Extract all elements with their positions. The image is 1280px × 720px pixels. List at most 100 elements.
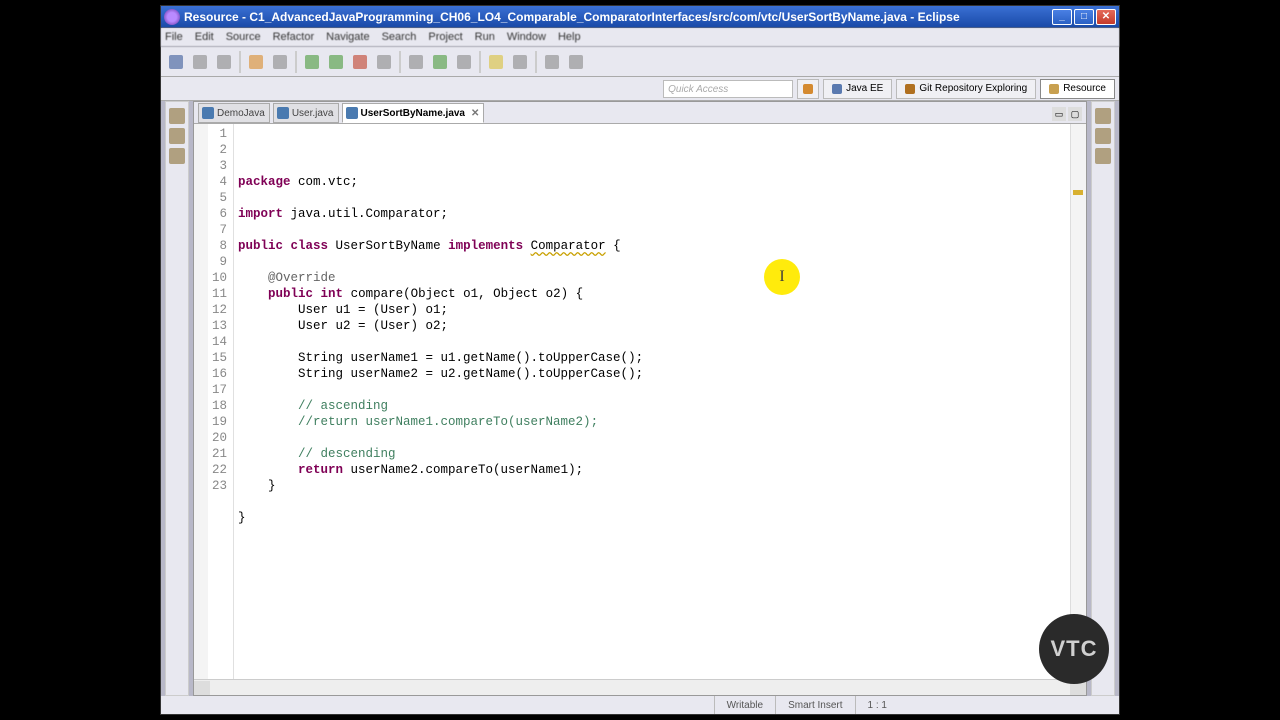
status-writable: Writable <box>714 696 776 714</box>
editor-minimize-button[interactable]: ▭ <box>1052 107 1066 121</box>
menu-edit[interactable]: Edit <box>195 31 214 43</box>
package-icon[interactable] <box>169 148 185 164</box>
line-number-gutter: 1234567▲891011121314151617181920212223 <box>194 124 234 679</box>
editor-tab-active[interactable]: UserSortByName.java ✕ <box>342 103 485 123</box>
scroll-left-button[interactable] <box>194 681 210 695</box>
perspective-label: Java EE <box>846 83 883 94</box>
navigator-icon[interactable] <box>169 128 185 144</box>
status-bar: Writable Smart Insert 1 : 1 <box>161 696 1119 714</box>
overview-ruler[interactable] <box>1070 124 1086 679</box>
left-view-tray <box>165 101 189 696</box>
code-line[interactable]: // descending <box>238 446 1070 462</box>
save-button[interactable] <box>189 51 211 73</box>
editor-maximize-button[interactable]: ▢ <box>1068 107 1082 121</box>
vtc-logo: VTC <box>1039 614 1109 684</box>
code-line[interactable] <box>238 222 1070 238</box>
code-line[interactable] <box>238 190 1070 206</box>
window-titlebar: Resource - C1_AdvancedJavaProgramming_CH… <box>161 6 1119 28</box>
menu-refactor[interactable]: Refactor <box>273 31 315 43</box>
search-button[interactable] <box>485 51 507 73</box>
warning-marker-icon[interactable] <box>1073 190 1083 195</box>
status-insert-mode: Smart Insert <box>775 696 854 714</box>
right-view-tray <box>1091 101 1115 696</box>
open-type-button[interactable] <box>245 51 267 73</box>
save-all-button[interactable] <box>213 51 235 73</box>
editor-tabs: DemoJava User.java UserSortByName.java✕ … <box>194 102 1086 124</box>
perspective-bar: Quick Access Java EE Git Repository Expl… <box>161 77 1119 101</box>
debug-button[interactable] <box>301 51 323 73</box>
main-toolbar <box>161 47 1119 77</box>
code-line[interactable] <box>238 526 1070 542</box>
nav-back-button[interactable] <box>541 51 563 73</box>
perspective-git[interactable]: Git Repository Exploring <box>896 79 1036 99</box>
close-button[interactable]: ✕ <box>1096 9 1116 25</box>
tab-label: UserSortByName.java <box>361 108 466 119</box>
code-line[interactable]: //return userName1.compareTo(userName2); <box>238 414 1070 430</box>
menu-bar: File Edit Source Refactor Navigate Searc… <box>161 28 1119 47</box>
build-button[interactable] <box>269 51 291 73</box>
new-class-button[interactable] <box>429 51 451 73</box>
toggle-button[interactable] <box>509 51 531 73</box>
outline-icon[interactable] <box>1095 108 1111 124</box>
menu-search[interactable]: Search <box>382 31 417 43</box>
run-button[interactable] <box>325 51 347 73</box>
code-line[interactable] <box>238 334 1070 350</box>
nav-fwd-button[interactable] <box>565 51 587 73</box>
new-button[interactable] <box>165 51 187 73</box>
code-line[interactable] <box>238 494 1070 510</box>
open-perspective-button[interactable] <box>797 79 819 99</box>
editor-horizontal-scrollbar[interactable] <box>194 679 1086 695</box>
code-line[interactable]: User u2 = (User) o2; <box>238 318 1070 334</box>
new-package-button[interactable] <box>405 51 427 73</box>
perspective-label: Git Repository Exploring <box>919 83 1027 94</box>
perspective-icon <box>803 84 813 94</box>
code-line[interactable]: // ascending <box>238 398 1070 414</box>
menu-source[interactable]: Source <box>226 31 261 43</box>
code-line[interactable]: public int compare(Object o1, Object o2)… <box>238 286 1070 302</box>
git-icon <box>905 84 915 94</box>
menu-file[interactable]: File <box>165 31 183 43</box>
editor-tab[interactable]: User.java <box>273 103 339 123</box>
editor-body[interactable]: 1234567▲891011121314151617181920212223 p… <box>194 124 1086 679</box>
menu-project[interactable]: Project <box>428 31 462 43</box>
code-line[interactable]: String userName1 = u1.getName().toUpperC… <box>238 350 1070 366</box>
perspective-resource[interactable]: Resource <box>1040 79 1115 99</box>
code-line[interactable] <box>238 382 1070 398</box>
problems-icon[interactable] <box>1095 148 1111 164</box>
menu-help[interactable]: Help <box>558 31 581 43</box>
code-line[interactable]: public class UserSortByName implements C… <box>238 238 1070 254</box>
coverage-button[interactable] <box>349 51 371 73</box>
menu-window[interactable]: Window <box>507 31 546 43</box>
tab-label: DemoJava <box>217 108 265 119</box>
code-line[interactable]: @Override <box>238 270 1070 286</box>
ext-tools-button[interactable] <box>373 51 395 73</box>
code-line[interactable]: package com.vtc; <box>238 174 1070 190</box>
menu-navigate[interactable]: Navigate <box>326 31 369 43</box>
resource-icon <box>1049 84 1059 94</box>
project-explorer-icon[interactable] <box>169 108 185 124</box>
window-title: Resource - C1_AdvancedJavaProgramming_CH… <box>184 10 1050 24</box>
java-ee-icon <box>832 84 842 94</box>
new-interface-button[interactable] <box>453 51 475 73</box>
perspective-java-ee[interactable]: Java EE <box>823 79 892 99</box>
minimize-button[interactable]: _ <box>1052 9 1072 25</box>
code-line[interactable]: import java.util.Comparator; <box>238 206 1070 222</box>
close-tab-icon[interactable]: ✕ <box>471 108 479 119</box>
eclipse-icon <box>164 9 180 25</box>
status-caret-position: 1 : 1 <box>855 696 899 714</box>
code-line[interactable] <box>238 430 1070 446</box>
code-line[interactable] <box>238 254 1070 270</box>
code-line[interactable]: return userName2.compareTo(userName1); <box>238 462 1070 478</box>
task-list-icon[interactable] <box>1095 128 1111 144</box>
editor-pane: DemoJava User.java UserSortByName.java✕ … <box>193 101 1087 696</box>
code-line[interactable]: } <box>238 478 1070 494</box>
code-line[interactable]: String userName2 = u2.getName().toUpperC… <box>238 366 1070 382</box>
code-line[interactable]: } <box>238 510 1070 526</box>
maximize-button[interactable]: □ <box>1074 9 1094 25</box>
quick-access-input[interactable]: Quick Access <box>663 80 793 98</box>
menu-run[interactable]: Run <box>475 31 495 43</box>
perspective-label: Resource <box>1063 83 1106 94</box>
code-line[interactable]: User u1 = (User) o1; <box>238 302 1070 318</box>
editor-tab[interactable]: DemoJava <box>198 103 270 123</box>
code-area[interactable]: package com.vtc; import java.util.Compar… <box>234 124 1070 679</box>
